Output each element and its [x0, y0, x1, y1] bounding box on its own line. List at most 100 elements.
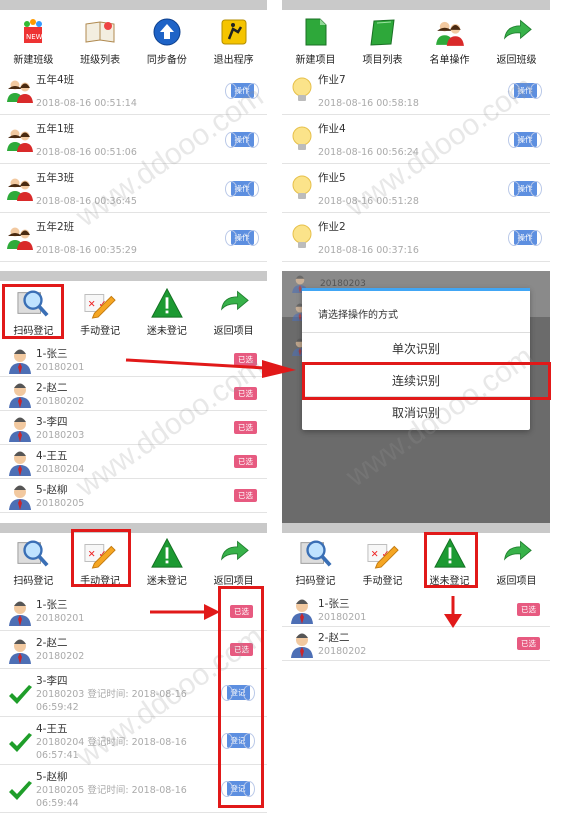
operate-button-label: 操作	[513, 229, 537, 245]
scan-magnifier-icon	[15, 286, 51, 320]
student-id: 20180205	[36, 498, 85, 509]
student-info: 20180204 登记时间: 2018-08-16	[36, 737, 187, 748]
operate-button[interactable]: 操作	[508, 228, 542, 246]
student-row[interactable]: 1-张三 20180201 已选	[0, 343, 267, 377]
item-title: 五年2班	[36, 221, 75, 233]
list-item[interactable]: 五年2班 2018-08-16 00:35:29 操作	[0, 213, 267, 262]
list-item[interactable]: 五年3班 2018-08-16 00:36:45 操作	[0, 164, 267, 213]
student-row[interactable]: 2-赵二 20180202 已选	[0, 631, 267, 669]
selected-badge[interactable]: 已选	[230, 605, 253, 618]
return-arrow-icon	[216, 536, 252, 570]
list-item[interactable]: 五年1班 2018-08-16 00:51:06 操作	[0, 115, 267, 164]
svg-text:NEW: NEW	[26, 33, 43, 41]
scan-register-button[interactable]: 扫码登记	[282, 533, 349, 593]
item-time: 2018-08-16 00:51:06	[36, 147, 137, 158]
selected-badge[interactable]: 已选	[234, 421, 257, 434]
project-toolbar: 新建项目 项目列表 名单操作 返回班级	[282, 10, 550, 66]
student-name: 3-李四	[36, 675, 68, 687]
item-time: 2018-08-16 00:37:16	[318, 245, 419, 256]
operate-button[interactable]: 操作	[225, 81, 259, 99]
item-time: 2018-08-16 00:58:18	[318, 98, 419, 109]
bulb-icon	[288, 125, 316, 153]
student-row[interactable]: 3-李四 20180203 已选	[0, 411, 267, 445]
operate-button[interactable]: 操作	[225, 228, 259, 246]
new-project-button[interactable]: 新建项目	[282, 10, 349, 66]
sync-backup-button[interactable]: 同步备份	[134, 10, 201, 66]
student-row[interactable]: 2-赵二 20180202 已选	[282, 627, 550, 661]
student-id: 20180201	[36, 362, 85, 373]
registered-button[interactable]: 登记	[221, 683, 255, 701]
register-toolbar: 扫码登记 手动登记 迷未登记 返回项目	[0, 533, 267, 593]
project-list-screen: 新建项目 项目列表 名单操作 返回班级 作业7 2018-08-16 00:58:…	[282, 0, 550, 266]
back-to-project-button[interactable]: 返回项目	[200, 533, 267, 593]
student-row[interactable]: 3-李四 20180203 登记时间: 2018-08-16 06:59:42 登记	[0, 669, 267, 717]
manual-register-button[interactable]: 手动登记	[67, 533, 134, 593]
class-list-button[interactable]: 班级列表	[67, 10, 134, 66]
register-time: 06:59:44	[36, 798, 79, 809]
registered-button-label: 登记	[226, 684, 250, 700]
student-name: 1-张三	[36, 599, 68, 611]
scan-magnifier-icon	[298, 536, 334, 570]
back-to-project-button[interactable]: 返回项目	[200, 281, 267, 343]
list-item[interactable]: 作业5 2018-08-16 00:51:28 操作	[282, 164, 550, 213]
registered-button[interactable]: 登记	[221, 731, 255, 749]
back-to-project-button[interactable]: 返回项目	[483, 533, 550, 593]
operate-button-label: 操作	[513, 131, 537, 147]
operation-mode-dialog: 请选择操作的方式 单次识别 连续识别 取消识别	[302, 288, 530, 430]
selected-badge[interactable]: 已选	[517, 637, 540, 650]
unregistered-button[interactable]: 迷未登记	[134, 281, 201, 343]
student-info: 20180205 登记时间: 2018-08-16	[36, 785, 187, 796]
student-row[interactable]: 2-赵二 20180202 已选	[0, 377, 267, 411]
continuous-recognition-option[interactable]: 连续识别	[302, 364, 530, 396]
manual-register-button[interactable]: 手动登记	[349, 533, 416, 593]
student-row[interactable]: 4-王五 20180204 登记时间: 2018-08-16 06:57:41 登记	[0, 717, 267, 765]
student-id: 20180202	[36, 396, 85, 407]
back-to-class-button[interactable]: 返回班级	[483, 10, 550, 66]
list-item[interactable]: 作业7 2018-08-16 00:58:18 操作	[282, 66, 550, 115]
selected-badge[interactable]: 已选	[230, 643, 253, 656]
selected-badge[interactable]: 已选	[234, 387, 257, 400]
upload-icon	[149, 15, 185, 49]
scan-register-button[interactable]: 扫码登记	[0, 281, 67, 343]
student-row[interactable]: 1-张三 20180201 已选	[0, 593, 267, 631]
project-list-button[interactable]: 项目列表	[349, 10, 416, 66]
cancel-recognition-option[interactable]: 取消识别	[302, 396, 530, 428]
unregistered-button[interactable]: 迷未登记	[134, 533, 201, 593]
single-recognition-option[interactable]: 单次识别	[302, 332, 530, 364]
student-info: 20180202	[36, 651, 85, 662]
student-row[interactable]: 1-张三 20180201 已选	[282, 593, 550, 627]
operate-button[interactable]: 操作	[225, 130, 259, 148]
student-info: 20180201	[36, 613, 85, 624]
selected-badge[interactable]: 已选	[234, 353, 257, 366]
operate-button-label: 操作	[230, 180, 254, 196]
student-name: 2-赵二	[318, 632, 350, 644]
manual-register-button[interactable]: 手动登记	[67, 281, 134, 343]
student-row[interactable]: 4-王五 20180204 已选	[0, 445, 267, 479]
operate-button[interactable]: 操作	[225, 179, 259, 197]
list-item[interactable]: 作业2 2018-08-16 00:37:16 操作	[282, 213, 550, 262]
people-icon	[6, 174, 34, 202]
registered-button[interactable]: 登记	[221, 779, 255, 797]
selected-badge[interactable]: 已选	[234, 455, 257, 468]
new-class-button[interactable]: NEW 新建班级	[0, 10, 67, 66]
item-title: 作业2	[318, 221, 346, 233]
student-id: 20180204	[36, 464, 85, 475]
list-item[interactable]: 五年4班 2018-08-16 00:51:14 操作	[0, 66, 267, 115]
list-item[interactable]: 作业4 2018-08-16 00:56:24 操作	[282, 115, 550, 164]
student-row[interactable]: 5-赵柳 20180205 登记时间: 2018-08-16 06:59:44 登记	[0, 765, 267, 813]
selected-badge[interactable]: 已选	[517, 603, 540, 616]
book-icon	[82, 15, 118, 49]
student-row[interactable]: 5-赵柳 20180205 已选	[0, 479, 267, 513]
operate-button[interactable]: 操作	[508, 179, 542, 197]
exit-program-button[interactable]: 退出程序	[200, 10, 267, 66]
roster-operation-button[interactable]: 名单操作	[416, 10, 483, 66]
student-name: 1-张三	[318, 598, 350, 610]
scan-register-button[interactable]: 扫码登记	[0, 533, 67, 593]
operate-button[interactable]: 操作	[508, 81, 542, 99]
student-avatar-icon	[6, 598, 34, 626]
item-title: 作业7	[318, 74, 346, 86]
unregistered-button[interactable]: 迷未登记	[416, 533, 483, 593]
operate-button[interactable]: 操作	[508, 130, 542, 148]
selected-badge[interactable]: 已选	[234, 489, 257, 502]
student-avatar-icon	[6, 482, 34, 510]
